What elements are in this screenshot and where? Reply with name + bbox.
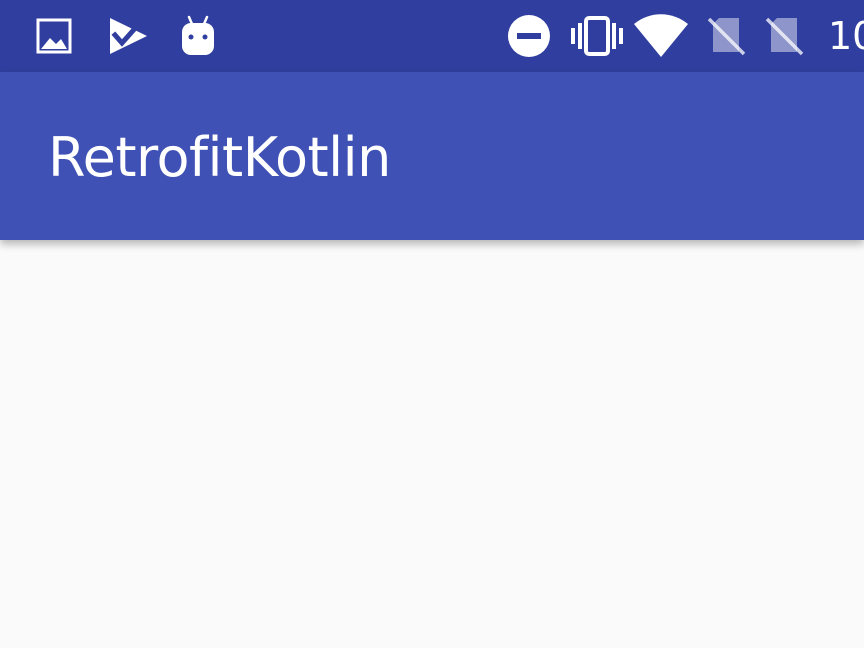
image-notification-icon xyxy=(34,0,74,72)
wifi-icon xyxy=(632,0,690,72)
no-sim-icon xyxy=(704,0,748,72)
app-screen: 10 RetrofitKotlin xyxy=(0,0,864,648)
no-sim-icon xyxy=(762,0,806,72)
app-toolbar: RetrofitKotlin xyxy=(0,72,864,240)
main-content xyxy=(0,240,864,648)
app-title: RetrofitKotlin xyxy=(48,126,391,189)
status-clock: 10 xyxy=(828,14,864,58)
status-bar: 10 xyxy=(0,0,864,72)
vibrate-icon xyxy=(568,0,626,72)
android-robot-icon xyxy=(178,0,218,72)
tasks-check-icon xyxy=(106,0,150,72)
do-not-disturb-icon xyxy=(506,0,552,72)
